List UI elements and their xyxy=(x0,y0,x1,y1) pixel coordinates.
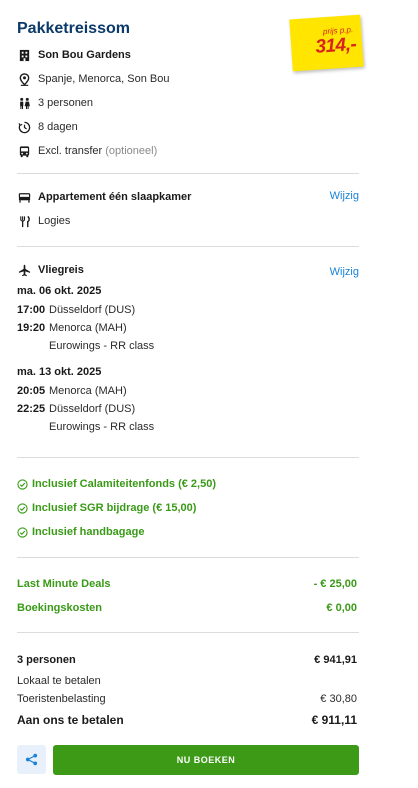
outbound-carrier: Eurowings - RR class xyxy=(49,340,155,352)
airplane-icon xyxy=(17,263,31,277)
persons-total-line: 3 personen € 941,91 xyxy=(17,654,357,666)
change-flight-link[interactable]: Wijzig xyxy=(330,266,359,278)
divider xyxy=(17,173,359,174)
inclusion-text: Inclusief Calamiteitenfonds (€ 2,50) xyxy=(32,478,216,490)
return-arr-airport: Düsseldorf (DUS) xyxy=(49,403,136,415)
book-now-button[interactable]: NU BOEKEN xyxy=(53,745,359,775)
outbound-departure: 17:00 Düsseldorf (DUS) xyxy=(17,304,135,316)
duration-row: 8 dagen xyxy=(17,119,78,135)
room-row: Appartement één slaapkamer xyxy=(17,189,191,205)
share-button[interactable] xyxy=(17,745,46,774)
outbound-arr-time: 19:20 xyxy=(17,322,46,334)
board-row: Logies xyxy=(17,213,70,229)
booking-fee-line: Boekingskosten € 0,00 xyxy=(17,602,357,614)
booking-summary-panel: Pakketreissom prijs p.p. 314,- Son Bou G… xyxy=(0,0,418,788)
return-dep-airport: Menorca (MAH) xyxy=(49,385,127,397)
flight-header-row: Vliegreis xyxy=(17,262,84,278)
cutlery-icon xyxy=(17,214,31,228)
amount-due-line: Aan ons te betalen € 911,11 xyxy=(17,713,357,727)
booking-fee-label: Boekingskosten xyxy=(17,602,102,614)
return-date: ma. 13 okt. 2025 xyxy=(17,366,102,378)
check-circle-icon xyxy=(17,526,28,538)
board-type: Logies xyxy=(38,215,71,227)
hotel-name: Son Bou Gardens xyxy=(38,49,131,61)
transfer-text: Excl. transfer (optioneel) xyxy=(38,145,157,157)
location-row: Spanje, Menorca, Son Bou xyxy=(17,71,169,87)
outbound-date: ma. 06 okt. 2025 xyxy=(17,285,102,297)
divider xyxy=(17,557,359,558)
check-circle-icon xyxy=(17,502,28,514)
outbound-carrier-row: Eurowings - RR class xyxy=(17,340,154,352)
outbound-arr-airport: Menorca (MAH) xyxy=(49,322,127,334)
inclusion-text: Inclusief handbagage xyxy=(32,526,145,538)
page-title: Pakketreissom xyxy=(17,20,130,37)
discount-line: Last Minute Deals - € 25,00 xyxy=(17,578,357,590)
discount-label: Last Minute Deals xyxy=(17,578,111,590)
local-payment-label: Lokaal te betalen xyxy=(17,675,101,687)
price-badge: prijs p.p. 314,- xyxy=(289,14,364,72)
building-icon xyxy=(17,48,31,62)
persons-total-label: 3 personen xyxy=(17,654,76,666)
divider xyxy=(17,632,359,633)
inclusion-text: Inclusief SGR bijdrage (€ 15,00) xyxy=(32,502,197,514)
flight-title: Vliegreis xyxy=(38,264,84,276)
location-text: Spanje, Menorca, Son Bou xyxy=(38,73,170,85)
share-icon xyxy=(25,753,38,766)
tourist-tax-label: Toeristenbelasting xyxy=(17,693,106,705)
tourist-tax-value: € 30,80 xyxy=(320,693,357,705)
bed-icon xyxy=(17,190,31,204)
outbound-arrival: 19:20 Menorca (MAH) xyxy=(17,322,127,334)
duration-text: 8 dagen xyxy=(38,121,78,133)
return-arr-time: 22:25 xyxy=(17,403,46,415)
return-carrier: Eurowings - RR class xyxy=(49,421,155,433)
room-type: Appartement één slaapkamer xyxy=(38,191,192,203)
persons-row: 3 personen xyxy=(17,95,93,111)
persons-text: 3 personen xyxy=(38,97,94,109)
clock-icon xyxy=(17,120,31,134)
inclusion-item: Inclusief handbagage xyxy=(17,526,144,538)
amount-due-value: € 911,11 xyxy=(311,713,357,727)
return-carrier-row: Eurowings - RR class xyxy=(17,421,154,433)
divider xyxy=(17,246,359,247)
tourist-tax-line: Toeristenbelasting € 30,80 xyxy=(17,693,357,705)
return-departure: 20:05 Menorca (MAH) xyxy=(17,385,127,397)
transfer-row: Excl. transfer (optioneel) xyxy=(17,143,157,159)
local-payment-line: Lokaal te betalen xyxy=(17,675,357,687)
amount-due-label: Aan ons te betalen xyxy=(17,713,124,727)
return-arrival: 22:25 Düsseldorf (DUS) xyxy=(17,403,135,415)
inclusion-item: Inclusief SGR bijdrage (€ 15,00) xyxy=(17,502,196,514)
people-icon xyxy=(17,96,31,110)
outbound-dep-airport: Düsseldorf (DUS) xyxy=(49,304,136,316)
check-circle-icon xyxy=(17,478,28,490)
hotel-row: Son Bou Gardens xyxy=(17,47,131,63)
outbound-dep-time: 17:00 xyxy=(17,304,46,316)
persons-total-value: € 941,91 xyxy=(314,654,357,666)
transfer-note: (optioneel) xyxy=(105,145,158,157)
return-dep-time: 20:05 xyxy=(17,385,46,397)
divider xyxy=(17,457,359,458)
transfer-label: Excl. transfer xyxy=(38,145,103,157)
map-pin-icon xyxy=(17,72,31,86)
price-value: 314,- xyxy=(314,33,357,58)
bus-icon xyxy=(17,144,31,158)
discount-value: - € 25,00 xyxy=(313,578,357,590)
inclusion-item: Inclusief Calamiteitenfonds (€ 2,50) xyxy=(17,478,216,490)
booking-fee-value: € 0,00 xyxy=(326,602,357,614)
change-accommodation-link[interactable]: Wijzig xyxy=(330,190,359,202)
